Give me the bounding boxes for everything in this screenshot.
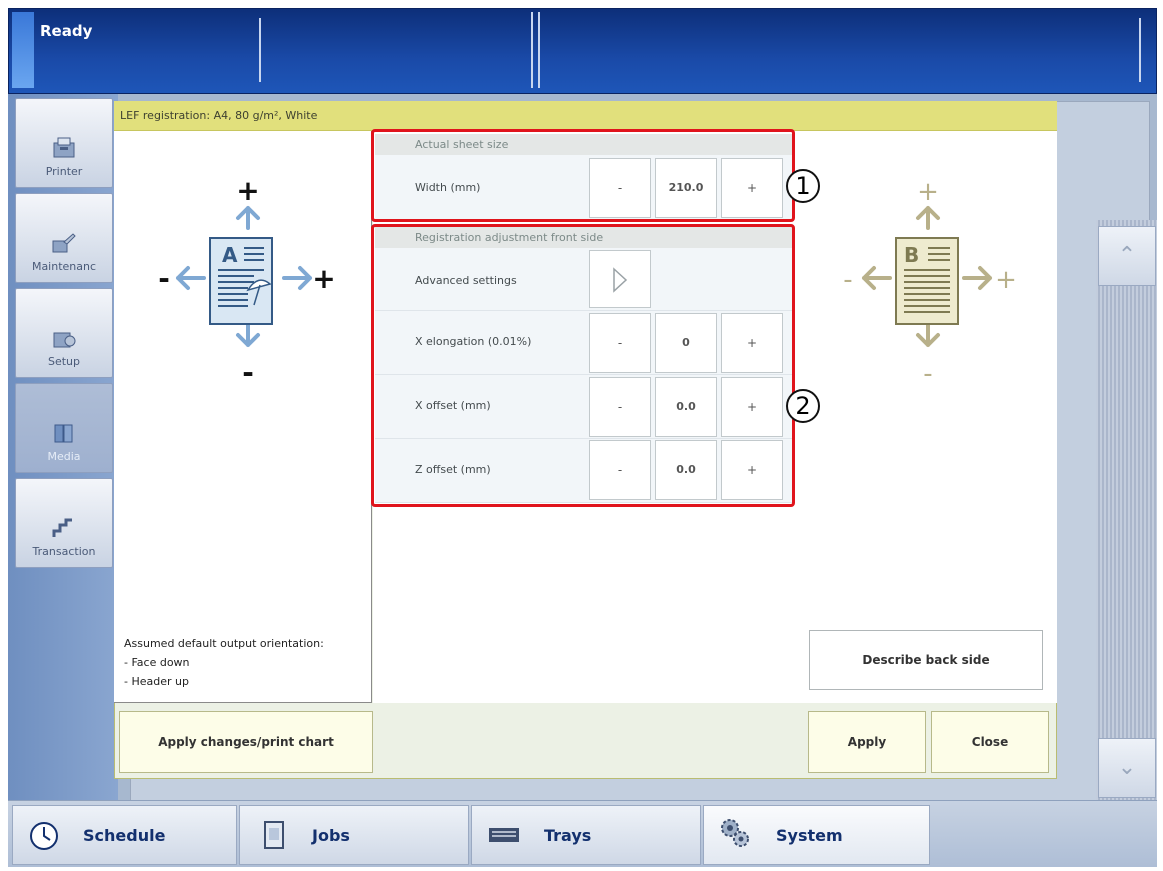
nav-label: Transaction: [32, 545, 96, 558]
back-plus-right: +: [995, 265, 1017, 295]
nav-setup[interactable]: Setup: [15, 288, 113, 378]
printer-icon: [53, 137, 75, 158]
back-side-diagram: B + - - +: [843, 177, 1017, 389]
dialog-title: LEF registration: A4, 80 g/m², White: [120, 109, 318, 122]
describe-back-side-button[interactable]: Describe back side: [809, 630, 1043, 690]
front-minus-bottom: -: [242, 356, 254, 389]
tab-trays[interactable]: Trays: [471, 805, 701, 865]
orientation-note-line2: - Face down: [124, 656, 190, 669]
nav-label: Maintenanc: [31, 260, 97, 273]
front-plus-right: +: [312, 262, 335, 295]
clock-icon: [30, 822, 58, 850]
highlight-box-2: [371, 224, 795, 507]
status-divider: [531, 12, 533, 88]
status-indicator: [12, 12, 34, 88]
gears-icon: [721, 819, 749, 847]
apply-changes-print-chart-button[interactable]: Apply changes/print chart: [119, 711, 373, 773]
tray-icon: [489, 828, 519, 842]
nav-label: Printer: [45, 165, 83, 178]
tab-label: Schedule: [83, 826, 166, 845]
front-letter: A: [222, 243, 238, 267]
scroll-track[interactable]: [1096, 220, 1157, 800]
jobs-icon: [264, 821, 284, 849]
tab-label: Trays: [544, 826, 592, 845]
tab-system[interactable]: System: [703, 805, 930, 865]
callout-2: 2: [786, 389, 820, 423]
back-minus-bottom: -: [923, 359, 932, 389]
setup-icon: [53, 332, 76, 348]
tab-label: Jobs: [312, 826, 350, 845]
dialog-title-bar: LEF registration: A4, 80 g/m², White: [114, 101, 1057, 131]
scroll-up-button[interactable]: ⌃: [1098, 226, 1156, 286]
callout-1: 1: [786, 169, 820, 203]
front-minus-left: -: [158, 262, 170, 295]
nav-media[interactable]: Media: [15, 383, 113, 473]
status-divider: [538, 12, 540, 88]
status-divider: [259, 18, 261, 82]
transaction-icon: [52, 518, 72, 537]
back-letter: B: [904, 243, 919, 267]
nav-label: Media: [47, 450, 81, 463]
nav-printer[interactable]: Printer: [15, 98, 113, 188]
tab-label: System: [776, 826, 843, 845]
tab-schedule[interactable]: Schedule: [12, 805, 237, 865]
nav-label: Setup: [47, 355, 81, 368]
orientation-note-line1: Assumed default output orientation:: [124, 637, 324, 650]
highlight-box-1: [371, 129, 795, 222]
orientation-note-line3: - Header up: [124, 675, 189, 688]
chevron-up-icon: ⌃: [1117, 243, 1137, 268]
wrench-icon: [52, 233, 76, 253]
apply-button[interactable]: Apply: [808, 711, 926, 773]
close-button[interactable]: Close: [931, 711, 1049, 773]
tab-jobs[interactable]: Jobs: [239, 805, 469, 865]
nav-maintenance[interactable]: Maintenanc: [15, 193, 113, 283]
front-plus-top: +: [236, 174, 259, 207]
front-side-diagram: A + - - +: [158, 174, 336, 389]
chevron-down-icon: ⌄: [1117, 755, 1137, 780]
nav-transaction[interactable]: Transaction: [15, 478, 113, 568]
back-plus-top: +: [917, 177, 939, 207]
back-minus-left: -: [843, 265, 852, 295]
status-divider: [1139, 18, 1141, 82]
media-icon: [54, 424, 73, 443]
status-bar: [8, 8, 1157, 94]
scroll-down-button[interactable]: ⌄: [1098, 738, 1156, 798]
status-text: Ready: [40, 22, 93, 40]
